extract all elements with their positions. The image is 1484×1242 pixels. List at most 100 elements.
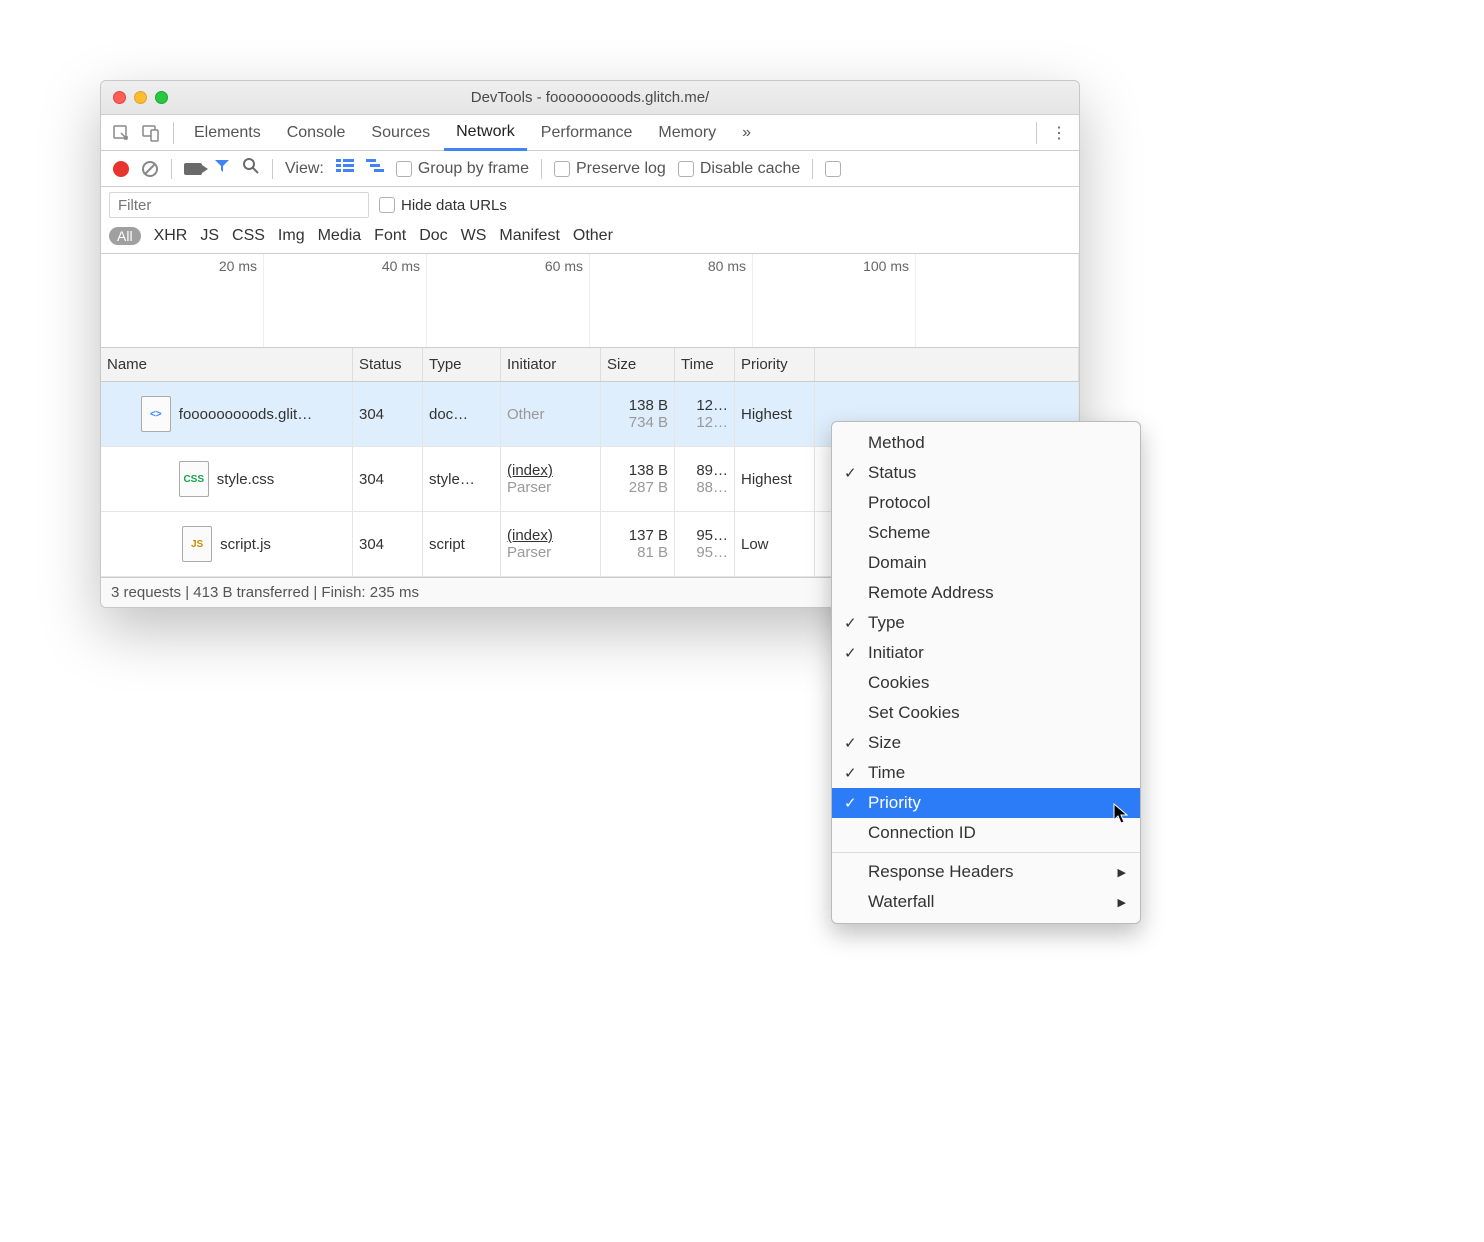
menu-item-label: Scheme: [868, 523, 930, 543]
filter-input[interactable]: [109, 192, 369, 218]
type-filter-manifest[interactable]: Manifest: [499, 227, 559, 245]
hide-data-urls-label: Hide data URLs: [401, 197, 507, 214]
checkbox-icon: [379, 197, 395, 213]
clear-button-icon[interactable]: [141, 160, 159, 178]
large-rows-icon[interactable]: [336, 159, 354, 178]
type-filter-css[interactable]: CSS: [232, 227, 265, 245]
menu-item-connection-id[interactable]: Connection ID: [832, 818, 1140, 848]
type-filter-doc[interactable]: Doc: [419, 227, 447, 245]
check-icon: ✓: [844, 764, 857, 782]
cell-status: 304: [353, 447, 423, 511]
disable-cache-checkbox[interactable]: Disable cache: [678, 160, 801, 178]
menu-item-label: Cookies: [868, 673, 929, 693]
check-icon: ✓: [844, 614, 857, 632]
timeline-tick: 40 ms: [264, 254, 427, 347]
col-priority[interactable]: Priority: [735, 348, 815, 381]
preserve-log-checkbox[interactable]: Preserve log: [554, 160, 666, 178]
menu-item-cookies[interactable]: Cookies: [832, 668, 1140, 698]
type-filter-font[interactable]: Font: [374, 227, 406, 245]
window-titlebar: DevTools - fooooooooods.glitch.me/: [101, 81, 1079, 115]
inspect-element-icon[interactable]: [107, 119, 135, 147]
network-toolbar: View: Group by frame Preserve log Disabl…: [101, 151, 1079, 187]
kebab-menu-icon[interactable]: ⋮: [1045, 119, 1073, 147]
menu-item-label: Response Headers: [868, 862, 1014, 882]
cell-type: style…: [423, 447, 501, 511]
tab-network[interactable]: Network: [444, 115, 527, 151]
tab-memory[interactable]: Memory: [646, 115, 728, 151]
device-toggle-icon[interactable]: [137, 119, 165, 147]
col-name[interactable]: Name: [101, 348, 353, 381]
cell-name: JS script.js: [101, 512, 353, 576]
cell-time: 95…95…: [675, 512, 735, 576]
menu-item-label: Size: [868, 733, 901, 753]
menu-item-response-headers[interactable]: Response Headers: [832, 857, 1140, 887]
menu-item-label: Waterfall: [868, 892, 934, 912]
separator: [1036, 122, 1037, 144]
menu-item-remote-address[interactable]: Remote Address: [832, 578, 1140, 608]
cell-name: CSS style.css: [101, 447, 353, 511]
menu-item-domain[interactable]: Domain: [832, 548, 1140, 578]
type-filter-row: All XHR JS CSS Img Media Font Doc WS Man…: [101, 223, 1079, 254]
menu-item-priority[interactable]: ✓Priority: [832, 788, 1140, 818]
menu-item-label: Domain: [868, 553, 927, 573]
tab-elements[interactable]: Elements: [182, 115, 273, 151]
menu-item-set-cookies[interactable]: Set Cookies: [832, 698, 1140, 728]
filter-row: Hide data URLs: [101, 187, 1079, 223]
type-filter-xhr[interactable]: XHR: [154, 227, 188, 245]
group-by-frame-label: Group by frame: [418, 160, 529, 178]
check-icon: ✓: [844, 464, 857, 482]
menu-item-label: Initiator: [868, 643, 924, 663]
menu-item-status[interactable]: ✓Status: [832, 458, 1140, 488]
timeline-overview[interactable]: 20 ms 40 ms 60 ms 80 ms 100 ms: [101, 254, 1079, 348]
timeline-tick: 100 ms: [753, 254, 916, 347]
col-size[interactable]: Size: [601, 348, 675, 381]
cell-type: script: [423, 512, 501, 576]
timeline-tick: 80 ms: [590, 254, 753, 347]
column-context-menu: Method✓StatusProtocol Scheme Domain Remote …: [831, 421, 1141, 924]
type-filter-img[interactable]: Img: [278, 227, 305, 245]
type-filter-media[interactable]: Media: [318, 227, 362, 245]
menu-item-label: Set Cookies: [868, 703, 960, 723]
search-icon[interactable]: [242, 157, 260, 180]
type-filter-all[interactable]: All: [109, 227, 141, 245]
menu-item-method[interactable]: Method: [832, 428, 1140, 458]
tab-sources[interactable]: Sources: [359, 115, 442, 151]
main-toolbar: Elements Console Sources Network Perform…: [101, 115, 1079, 151]
col-type[interactable]: Type: [423, 348, 501, 381]
menu-item-label: Remote Address: [868, 583, 994, 603]
checkbox-icon: [678, 161, 694, 177]
menu-item-waterfall[interactable]: Waterfall: [832, 887, 1140, 917]
cell-type: doc…: [423, 382, 501, 446]
more-tabs-icon[interactable]: »: [730, 115, 763, 151]
menu-item-label: Time: [868, 763, 905, 783]
view-label: View:: [285, 160, 324, 178]
menu-item-scheme[interactable]: Scheme: [832, 518, 1140, 548]
menu-item-time[interactable]: ✓ Time: [832, 758, 1140, 788]
window-title: DevTools - fooooooooods.glitch.me/: [101, 89, 1079, 106]
group-by-frame-checkbox[interactable]: Group by frame: [396, 160, 529, 178]
cell-name: <> fooooooooods.glit…: [101, 382, 353, 446]
menu-separator: [832, 852, 1140, 853]
col-time[interactable]: Time: [675, 348, 735, 381]
menu-item-protocol[interactable]: Protocol: [832, 488, 1140, 518]
file-type-icon: CSS: [179, 461, 209, 497]
checkbox-icon: [396, 161, 412, 177]
cell-priority: Highest: [735, 382, 815, 446]
menu-item-size[interactable]: ✓Size: [832, 728, 1140, 758]
type-filter-other[interactable]: Other: [573, 227, 613, 245]
waterfall-view-icon[interactable]: [366, 159, 384, 178]
menu-item-type[interactable]: ✓Type: [832, 608, 1140, 638]
tab-console[interactable]: Console: [275, 115, 358, 151]
menu-item-label: Priority: [868, 793, 921, 813]
record-button-icon[interactable]: [113, 161, 129, 177]
col-initiator[interactable]: Initiator: [501, 348, 601, 381]
screenshot-capture-icon[interactable]: [184, 163, 202, 175]
type-filter-ws[interactable]: WS: [461, 227, 487, 245]
type-filter-js[interactable]: JS: [200, 227, 219, 245]
tab-performance[interactable]: Performance: [529, 115, 645, 151]
col-status[interactable]: Status: [353, 348, 423, 381]
menu-item-initiator[interactable]: ✓Initiator: [832, 638, 1140, 668]
hide-data-urls-checkbox[interactable]: Hide data URLs: [379, 197, 507, 214]
checkbox-icon[interactable]: [825, 161, 841, 177]
filter-toggle-icon[interactable]: [214, 158, 230, 179]
